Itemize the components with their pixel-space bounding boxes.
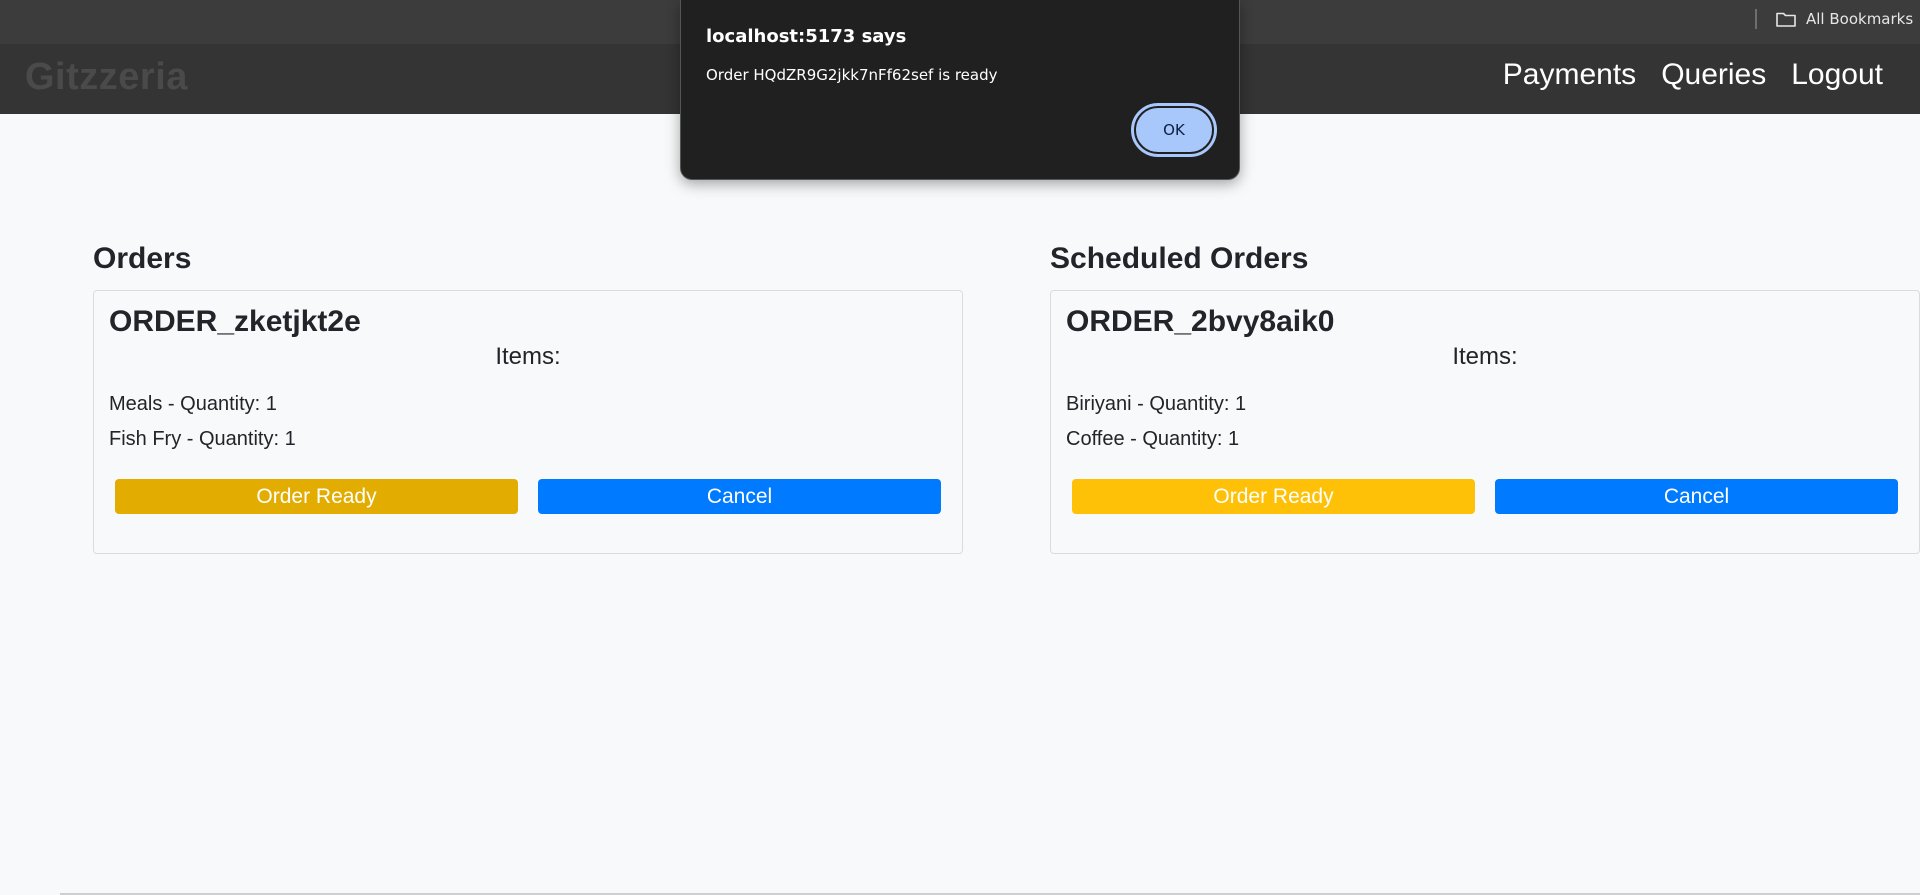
orders-heading: Orders [93, 242, 192, 275]
brand-logo[interactable]: Gitzzeria [25, 56, 188, 99]
cancel-button[interactable]: Cancel [1495, 479, 1898, 514]
order-actions: Order Ready Cancel [109, 479, 947, 514]
list-item: Meals - Quantity: 1 [109, 393, 277, 415]
nav-payments-link[interactable]: Payments [1503, 58, 1636, 92]
item-name: Fish Fry [109, 428, 182, 450]
item-list: Biriyani - Quantity: 1 Coffee - Quantity… [1066, 387, 1904, 457]
list-item: Coffee - Quantity: 1 [1066, 428, 1240, 450]
scheduled-orders-heading: Scheduled Orders [1050, 242, 1309, 275]
orders-section: Orders ORDER_zketjkt2e Items: Meals - Qu… [93, 240, 963, 554]
ok-button[interactable]: OK [1131, 103, 1217, 157]
order-actions: Order Ready Cancel [1066, 479, 1904, 514]
order-id: ORDER_zketjkt2e [109, 305, 361, 338]
item-quantity: Quantity: 1 [199, 428, 296, 450]
order-ready-button[interactable]: Order Ready [115, 479, 518, 514]
bookmarks-separator [1755, 9, 1757, 29]
nav-queries-link[interactable]: Queries [1661, 58, 1766, 92]
order-card: ORDER_zketjkt2e Items: Meals - Quantity:… [93, 290, 963, 554]
nav-logout-link[interactable]: Logout [1791, 58, 1883, 92]
list-item: Biriyani - Quantity: 1 [1066, 393, 1247, 415]
order-id: ORDER_2bvy8aik0 [1066, 305, 1335, 338]
all-bookmarks-label: All Bookmarks [1806, 10, 1914, 28]
cancel-button[interactable]: Cancel [538, 479, 941, 514]
folder-icon [1776, 11, 1796, 27]
item-name: Coffee [1066, 428, 1125, 450]
item-quantity: Quantity: 1 [180, 393, 277, 415]
item-quantity: Quantity: 1 [1149, 393, 1247, 415]
dialog-message: Order HQdZR9G2jkk7nFf62sef is ready [706, 66, 998, 84]
item-quantity: Quantity: 1 [1142, 428, 1240, 450]
dialog-title: localhost:5173 says [706, 26, 907, 47]
item-name: Meals [109, 393, 163, 415]
order-card: ORDER_2bvy8aik0 Items: Biriyani - Quanti… [1050, 290, 1920, 554]
nav-links: Payments Queries Logout [1503, 58, 1883, 92]
alert-dialog: localhost:5173 says Order HQdZR9G2jkk7nF… [680, 0, 1240, 180]
order-ready-button[interactable]: Order Ready [1072, 479, 1475, 514]
list-item: Fish Fry - Quantity: 1 [109, 428, 296, 450]
items-heading: Items: [1452, 343, 1518, 370]
item-list: Meals - Quantity: 1 Fish Fry - Quantity:… [109, 387, 947, 457]
all-bookmarks-button[interactable]: All Bookmarks [1776, 8, 1913, 30]
item-name: Biriyani [1066, 393, 1132, 415]
items-heading: Items: [495, 343, 561, 370]
scheduled-orders-section: Scheduled Orders ORDER_2bvy8aik0 Items: … [1050, 240, 1920, 554]
